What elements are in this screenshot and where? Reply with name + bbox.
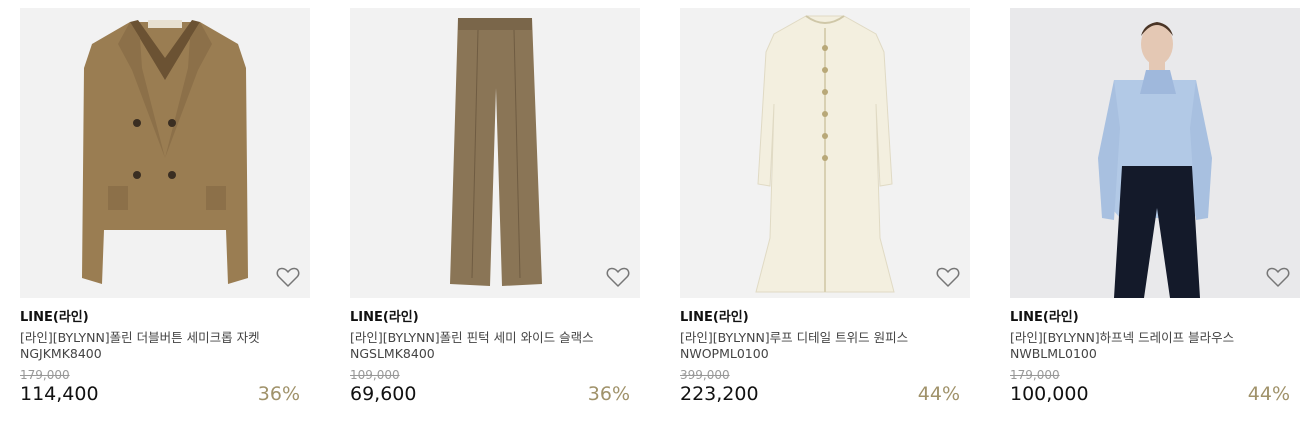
original-price: 179,000 [20,368,70,382]
blouse-model-image [1098,22,1212,298]
heart-outline-icon[interactable] [936,266,960,288]
brand-name[interactable]: LINE(라인) [680,310,970,326]
discount-rate: 44% [1247,383,1290,405]
product-image[interactable] [350,8,640,298]
product-code: NGSLMK8400 [350,346,435,361]
discount-rate: 36% [257,383,300,405]
dress-image [755,15,895,293]
sale-price: 100,000 [1010,383,1089,405]
sale-price: 69,600 [350,383,417,405]
brand-name[interactable]: LINE(라인) [1010,310,1300,326]
original-price: 179,000 [1010,368,1060,382]
product-card[interactable]: LINE(라인) [라인][BYLYNN]루프 디테일 트위드 원피스 NWOP… [680,8,970,406]
brand-name[interactable]: LINE(라인) [350,310,640,326]
discount-rate: 36% [587,383,630,405]
product-name[interactable]: [라인][BYLYNN]루프 디테일 트위드 원피스 [680,329,970,346]
price-row: 223,200 44% [680,382,970,406]
discount-rate: 44% [917,383,960,405]
brand-name[interactable]: LINE(라인) [20,310,310,326]
pants-image [450,18,542,286]
price-row: 100,000 44% [1010,382,1300,406]
heart-outline-icon[interactable] [606,266,630,288]
price-row: 69,600 36% [350,382,640,406]
sale-price: 114,400 [20,383,99,405]
product-name[interactable]: [라인][BYLYNN]폴린 핀턱 세미 와이드 슬랙스 [350,329,640,346]
product-code: NGJKMK8400 [20,346,102,361]
jacket-image [82,20,248,284]
original-price: 399,000 [680,368,730,382]
product-card[interactable]: LINE(라인) [라인][BYLYNN]하프넥 드레이프 블라우스 NWBLM… [1010,8,1300,406]
original-price: 109,000 [350,368,400,382]
product-card[interactable]: LINE(라인) [라인][BYLYNN]폴린 더블버튼 세미크롭 자켓 NGJ… [20,8,310,406]
heart-outline-icon[interactable] [276,266,300,288]
product-card[interactable]: LINE(라인) [라인][BYLYNN]폴린 핀턱 세미 와이드 슬랙스 NG… [350,8,640,406]
heart-outline-icon[interactable] [1266,266,1290,288]
product-name[interactable]: [라인][BYLYNN]하프넥 드레이프 블라우스 [1010,329,1300,346]
price-row: 114,400 36% [20,382,310,406]
product-code: NWBLML0100 [1010,346,1097,361]
product-code: NWOPML0100 [680,346,769,361]
product-grid: LINE(라인) [라인][BYLYNN]폴린 더블버튼 세미크롭 자켓 NGJ… [0,0,1313,433]
product-image[interactable] [20,8,310,298]
sale-price: 223,200 [680,383,759,405]
product-name[interactable]: [라인][BYLYNN]폴린 더블버튼 세미크롭 자켓 [20,329,310,346]
product-image[interactable] [680,8,970,298]
product-image[interactable] [1010,8,1300,298]
